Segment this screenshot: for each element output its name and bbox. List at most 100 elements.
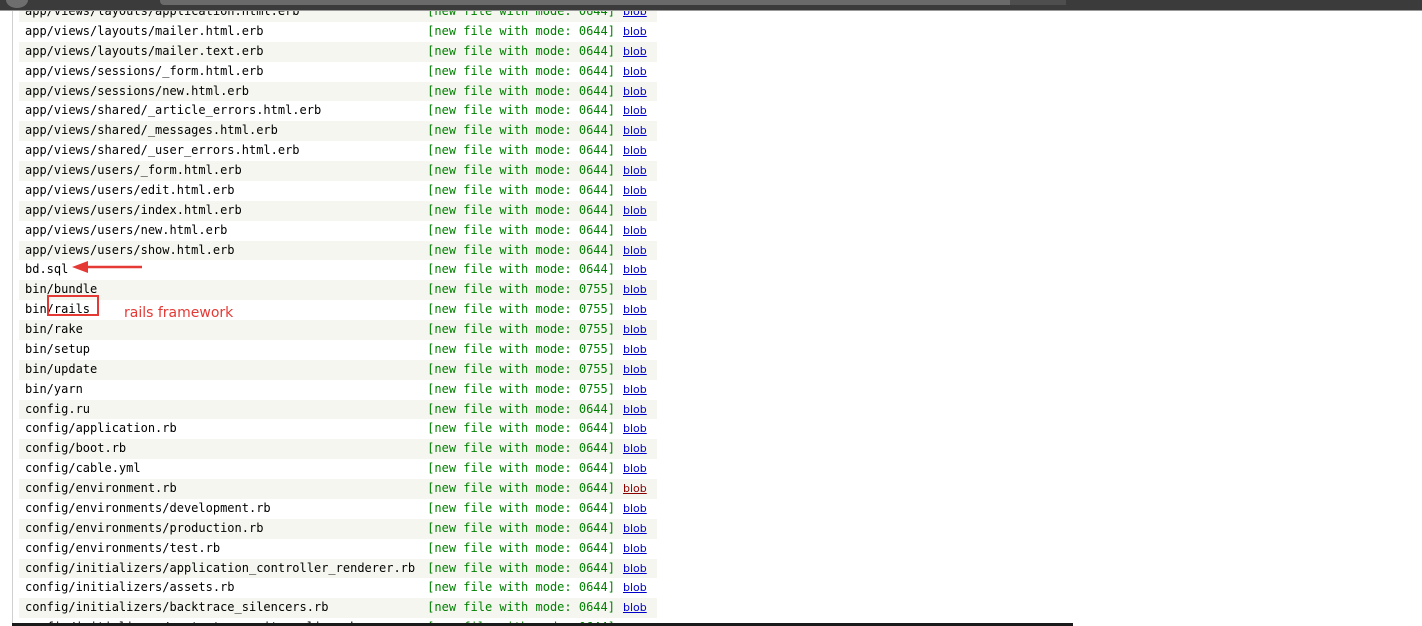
file-list-body: app/views/layouts/application.html.erb [n…: [19, 11, 657, 626]
blob-link[interactable]: blob: [623, 363, 647, 376]
blob-link[interactable]: blob: [623, 65, 647, 78]
blob-link[interactable]: blob: [623, 522, 647, 535]
file-mode: [new file with mode: 0644]: [415, 498, 615, 519]
file-path: config/environments/development.rb: [19, 498, 416, 519]
blob-link[interactable]: blob: [623, 462, 647, 475]
blob-cell: blob: [614, 180, 657, 201]
file-mode: [new file with mode: 0755]: [415, 379, 615, 400]
file-path: config/cable.yml: [19, 459, 416, 479]
file-row: config.ru [new file with mode: 0644] blob: [19, 399, 657, 420]
file-mode: [new file with mode: 0644]: [415, 21, 615, 42]
blob-link[interactable]: blob: [623, 263, 647, 276]
file-path: config/application.rb: [19, 419, 416, 440]
file-path: config/initializers/backtrace_silencers.…: [19, 598, 416, 619]
file-path: app/views/layouts/mailer.text.erb: [19, 41, 416, 62]
blob-cell: blob: [614, 200, 657, 221]
file-row: app/views/shared/_user_errors.html.erb [n…: [19, 141, 657, 161]
file-row: bin/rake [new file with mode: 0755] blob: [19, 320, 657, 340]
file-row: app/views/users/_form.html.erb [new file …: [19, 161, 657, 181]
blob-link[interactable]: blob: [623, 25, 647, 38]
file-path: app/views/users/edit.html.erb: [19, 180, 416, 201]
file-row: bin/rails [new file with mode: 0755] blob: [19, 300, 657, 320]
file-mode: [new file with mode: 0644]: [415, 81, 615, 102]
file-mode: [new file with mode: 0644]: [415, 200, 615, 221]
blob-link[interactable]: blob: [623, 343, 647, 356]
blob-link[interactable]: blob: [623, 542, 647, 555]
file-mode: [new file with mode: 0644]: [415, 180, 615, 201]
blob-cell: blob: [614, 419, 657, 440]
file-path: config/boot.rb: [19, 439, 416, 460]
file-mode: [new file with mode: 0644]: [415, 538, 615, 559]
blob-cell: blob: [614, 240, 657, 261]
blob-link[interactable]: blob: [623, 562, 647, 575]
blob-cell: blob: [614, 121, 657, 142]
blob-link[interactable]: blob: [623, 224, 647, 237]
blob-link[interactable]: blob: [623, 601, 647, 614]
file-mode: [new file with mode: 0644]: [415, 240, 615, 261]
file-mode: [new file with mode: 0644]: [415, 61, 615, 82]
file-path: config/environments/production.rb: [19, 518, 416, 539]
blob-link[interactable]: blob: [623, 184, 647, 197]
file-path: app/views/users/show.html.erb: [19, 240, 416, 261]
tab-strip[interactable]: [160, 0, 1066, 5]
blob-cell: blob: [614, 61, 657, 82]
blob-link[interactable]: blob: [623, 144, 647, 157]
file-path: app/views/layouts/mailer.html.erb: [19, 21, 416, 42]
file-mode: [new file with mode: 0755]: [415, 320, 615, 340]
blob-link[interactable]: blob: [623, 85, 647, 98]
file-row: bin/update [new file with mode: 0755] blob: [19, 359, 657, 380]
blob-link[interactable]: blob: [623, 303, 647, 316]
file-row: app/views/users/new.html.erb [new file wi…: [19, 220, 657, 241]
file-mode: [new file with mode: 0644]: [415, 459, 615, 479]
blob-link[interactable]: blob: [623, 11, 647, 18]
blob-cell: blob: [614, 439, 657, 460]
file-path: app/views/shared/_user_errors.html.erb: [19, 141, 416, 161]
file-row: config/cable.yml [new file with mode: 064…: [19, 459, 657, 479]
annotation-highlight-box: [47, 295, 99, 316]
file-path: app/views/users/new.html.erb: [19, 220, 416, 241]
blob-link[interactable]: blob: [623, 482, 647, 495]
blob-link[interactable]: blob: [623, 383, 647, 396]
file-row: app/views/users/edit.html.erb [new file w…: [19, 180, 657, 201]
file-list-table: app/views/layouts/application.html.erb [n…: [19, 11, 657, 626]
blob-link[interactable]: blob: [623, 45, 647, 58]
file-mode: [new file with mode: 0755]: [415, 359, 615, 380]
file-row: bin/bundle [new file with mode: 0755] blob: [19, 280, 657, 301]
blob-link[interactable]: blob: [623, 323, 647, 336]
blob-link[interactable]: blob: [623, 502, 647, 515]
file-row: app/views/layouts/application.html.erb [n…: [19, 11, 657, 22]
blob-link[interactable]: blob: [623, 104, 647, 117]
blob-link[interactable]: blob: [623, 244, 647, 257]
blob-cell: blob: [614, 518, 657, 539]
blob-link[interactable]: blob: [623, 283, 647, 296]
file-mode: [new file with mode: 0755]: [415, 300, 615, 320]
blob-link[interactable]: blob: [623, 204, 647, 217]
file-row: config/initializers/assets.rb [new file w…: [19, 578, 657, 599]
file-mode: [new file with mode: 0755]: [415, 339, 615, 360]
file-row: app/views/users/show.html.erb [new file w…: [19, 240, 657, 261]
window-control-icon[interactable]: [6, 0, 28, 8]
file-row: app/views/sessions/_form.html.erb [new fi…: [19, 61, 657, 82]
blob-cell: blob: [614, 578, 657, 599]
blob-link[interactable]: blob: [623, 581, 647, 594]
blob-cell: blob: [614, 479, 657, 499]
file-path: app/views/layouts/application.html.erb: [19, 11, 416, 22]
file-path: config/initializers/assets.rb: [19, 578, 416, 599]
blob-link[interactable]: blob: [623, 164, 647, 177]
file-path: bin/rake: [19, 320, 416, 340]
blob-cell: blob: [614, 101, 657, 122]
blob-link[interactable]: blob: [623, 422, 647, 435]
file-row: config/initializers/application_controll…: [19, 558, 657, 579]
file-mode: [new file with mode: 0644]: [415, 101, 615, 122]
browser-top-bar: [0, 0, 1422, 11]
blob-cell: blob: [614, 399, 657, 420]
blob-link[interactable]: blob: [623, 403, 647, 416]
file-row: config/boot.rb [new file with mode: 0644]…: [19, 439, 657, 460]
blob-cell: blob: [614, 320, 657, 340]
blob-cell: blob: [614, 558, 657, 579]
blob-link[interactable]: blob: [623, 124, 647, 137]
tab-strip-end: [1010, 0, 1066, 5]
file-mode: [new file with mode: 0755]: [415, 280, 615, 301]
file-path: app/views/shared/_messages.html.erb: [19, 121, 416, 142]
blob-link[interactable]: blob: [623, 442, 647, 455]
